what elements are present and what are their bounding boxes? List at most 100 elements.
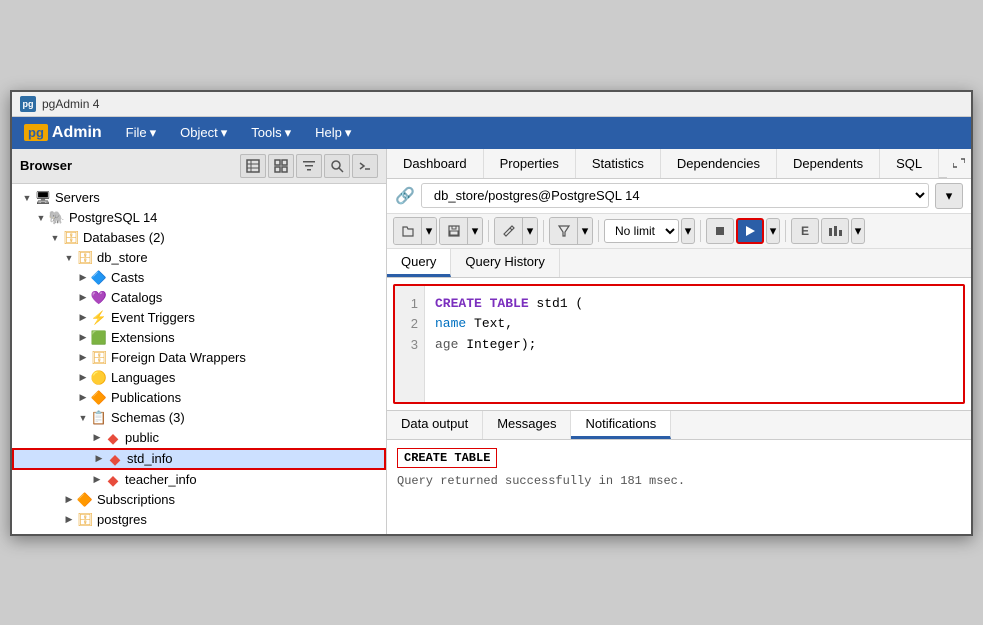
explain-btn[interactable]: E	[791, 218, 819, 244]
tree-label: Catalogs	[111, 290, 162, 305]
browser-panel: Browser	[12, 149, 387, 534]
tree-item-databases[interactable]: ▼ 🗄 Databases (2)	[12, 228, 386, 248]
code-line-3: age Integer);	[435, 335, 953, 356]
separator5	[785, 220, 786, 242]
expand-arrow: ▶	[76, 272, 90, 283]
tab-dashboard[interactable]: Dashboard	[387, 149, 484, 178]
tab-query-history[interactable]: Query History	[451, 249, 559, 277]
separator1	[488, 220, 489, 242]
tree-item-subscriptions[interactable]: ▶ 🔶 Subscriptions	[12, 490, 386, 510]
save-btn-group: ▾	[439, 217, 483, 245]
tree-item-dbstore[interactable]: ▼ 🗄 db_store	[12, 248, 386, 268]
app-logo: pg Admin	[20, 118, 114, 148]
tree-item-catalogs[interactable]: ▶ 💜 Catalogs	[12, 288, 386, 308]
extensions-icon: 🟩	[90, 330, 108, 346]
tab-properties[interactable]: Properties	[484, 149, 576, 178]
connection-expand-btn[interactable]: ▾	[935, 183, 963, 209]
menu-tools[interactable]: Tools ▾	[239, 117, 303, 149]
edit-btn-group: ▾	[494, 217, 538, 245]
tab-dependencies[interactable]: Dependencies	[661, 149, 777, 178]
expand-arrow: ▶	[76, 372, 90, 383]
tab-notifications[interactable]: Notifications	[571, 411, 671, 439]
code-content[interactable]: CREATE TABLE std1 ( name Text, age Integ…	[425, 286, 963, 402]
browser-terminal-btn[interactable]	[352, 154, 378, 178]
server-icon: 🖥	[34, 190, 52, 206]
tree-label: public	[125, 430, 159, 445]
tree-label: std_info	[127, 451, 173, 466]
execute-dropdown-btn[interactable]: ▾	[766, 218, 780, 244]
menu-object[interactable]: Object ▾	[168, 117, 239, 149]
menu-file[interactable]: File ▾	[114, 117, 168, 149]
tab-dependents[interactable]: Dependents	[777, 149, 880, 178]
expand-arrow: ▶	[92, 453, 106, 464]
languages-icon: 🟡	[90, 370, 108, 386]
editor-tabs: Query Query History	[387, 249, 971, 278]
tree-item-postgresql[interactable]: ▼ 🐘 PostgreSQL 14	[12, 208, 386, 228]
save-btn[interactable]	[440, 218, 468, 244]
expand-arrow: ▶	[76, 292, 90, 303]
explain-analyze-btn[interactable]	[821, 218, 849, 244]
tree-item-languages[interactable]: ▶ 🟡 Languages	[12, 368, 386, 388]
logo-box: pg	[24, 124, 48, 141]
resize-icon[interactable]	[947, 149, 971, 178]
tree-item-foreign-data[interactable]: ▶ 🗄 Foreign Data Wrappers	[12, 348, 386, 368]
tree-label: Subscriptions	[97, 492, 175, 507]
limit-dropdown-btn[interactable]: ▾	[681, 218, 695, 244]
browser-toolbar	[240, 154, 378, 178]
content-area: Browser	[12, 149, 971, 534]
tree-item-servers[interactable]: ▼ 🖥 Servers	[12, 188, 386, 208]
tab-query[interactable]: Query	[387, 249, 451, 277]
teacher-info-icon: ◆	[104, 472, 122, 488]
tree-item-public[interactable]: ▶ ◆ public	[12, 428, 386, 448]
tab-sql[interactable]: SQL	[880, 149, 939, 178]
tree-item-teacher-info[interactable]: ▶ ◆ teacher_info	[12, 470, 386, 490]
edit-btn[interactable]	[495, 218, 523, 244]
tree-item-postgres[interactable]: ▶ 🗄 postgres	[12, 510, 386, 530]
output-tabs: Data output Messages Notifications	[387, 411, 971, 440]
separator3	[598, 220, 599, 242]
tab-statistics[interactable]: Statistics	[576, 149, 661, 178]
separator4	[700, 220, 701, 242]
edit-dropdown-btn[interactable]: ▾	[523, 218, 537, 244]
tab-data-output[interactable]: Data output	[387, 411, 483, 439]
tree-item-std-info[interactable]: ▶ ◆ std_info	[12, 448, 386, 470]
connection-icon: 🔗	[395, 186, 415, 206]
tree-item-casts[interactable]: ▶ 🔷 Casts	[12, 268, 386, 288]
save-dropdown-btn[interactable]: ▾	[468, 218, 482, 244]
filter-btn[interactable]	[550, 218, 578, 244]
execute-btn[interactable]	[736, 218, 764, 244]
tab-messages[interactable]: Messages	[483, 411, 571, 439]
right-panel: Dashboard Properties Statistics Dependen…	[387, 149, 971, 534]
tree-item-event-triggers[interactable]: ▶ ⚡ Event Triggers	[12, 308, 386, 328]
line-num-2: 2	[401, 314, 418, 335]
window-title: pgAdmin 4	[42, 97, 99, 111]
expand-arrow: ▼	[34, 213, 48, 223]
stop-btn[interactable]	[706, 218, 734, 244]
connection-select[interactable]: db_store/postgres@PostgreSQL 14	[421, 183, 929, 208]
tree-label: Publications	[111, 390, 181, 405]
tree-item-publications[interactable]: ▶ 🔶 Publications	[12, 388, 386, 408]
tree-item-extensions[interactable]: ▶ 🟩 Extensions	[12, 328, 386, 348]
browser-search-btn[interactable]	[324, 154, 350, 178]
open-file-btn[interactable]	[394, 218, 422, 244]
std-info-icon: ◆	[106, 451, 124, 467]
menu-help[interactable]: Help ▾	[303, 117, 363, 149]
browser-filter-btn[interactable]	[296, 154, 322, 178]
filter-dropdown-btn[interactable]: ▾	[578, 218, 592, 244]
browser-grid-btn[interactable]	[268, 154, 294, 178]
public-schema-icon: ◆	[104, 430, 122, 446]
tree-item-schemas[interactable]: ▼ 📋 Schemas (3)	[12, 408, 386, 428]
expand-arrow: ▶	[76, 352, 90, 363]
browser-table-btn[interactable]	[240, 154, 266, 178]
expand-arrow: ▼	[76, 413, 90, 423]
explain-dropdown-btn[interactable]: ▾	[851, 218, 865, 244]
expand-arrow: ▼	[48, 233, 62, 243]
schemas-icon: 📋	[90, 410, 108, 426]
open-dropdown-btn[interactable]: ▾	[422, 218, 436, 244]
main-window: pg pgAdmin 4 pg Admin File ▾ Object ▾ To…	[10, 90, 973, 536]
event-triggers-icon: ⚡	[90, 310, 108, 326]
expand-arrow: ▶	[62, 514, 76, 525]
limit-select[interactable]: No limit 100 500 1000	[604, 219, 679, 243]
dbstore-icon: 🗄	[76, 250, 94, 266]
expand-arrow: ▼	[20, 193, 34, 203]
